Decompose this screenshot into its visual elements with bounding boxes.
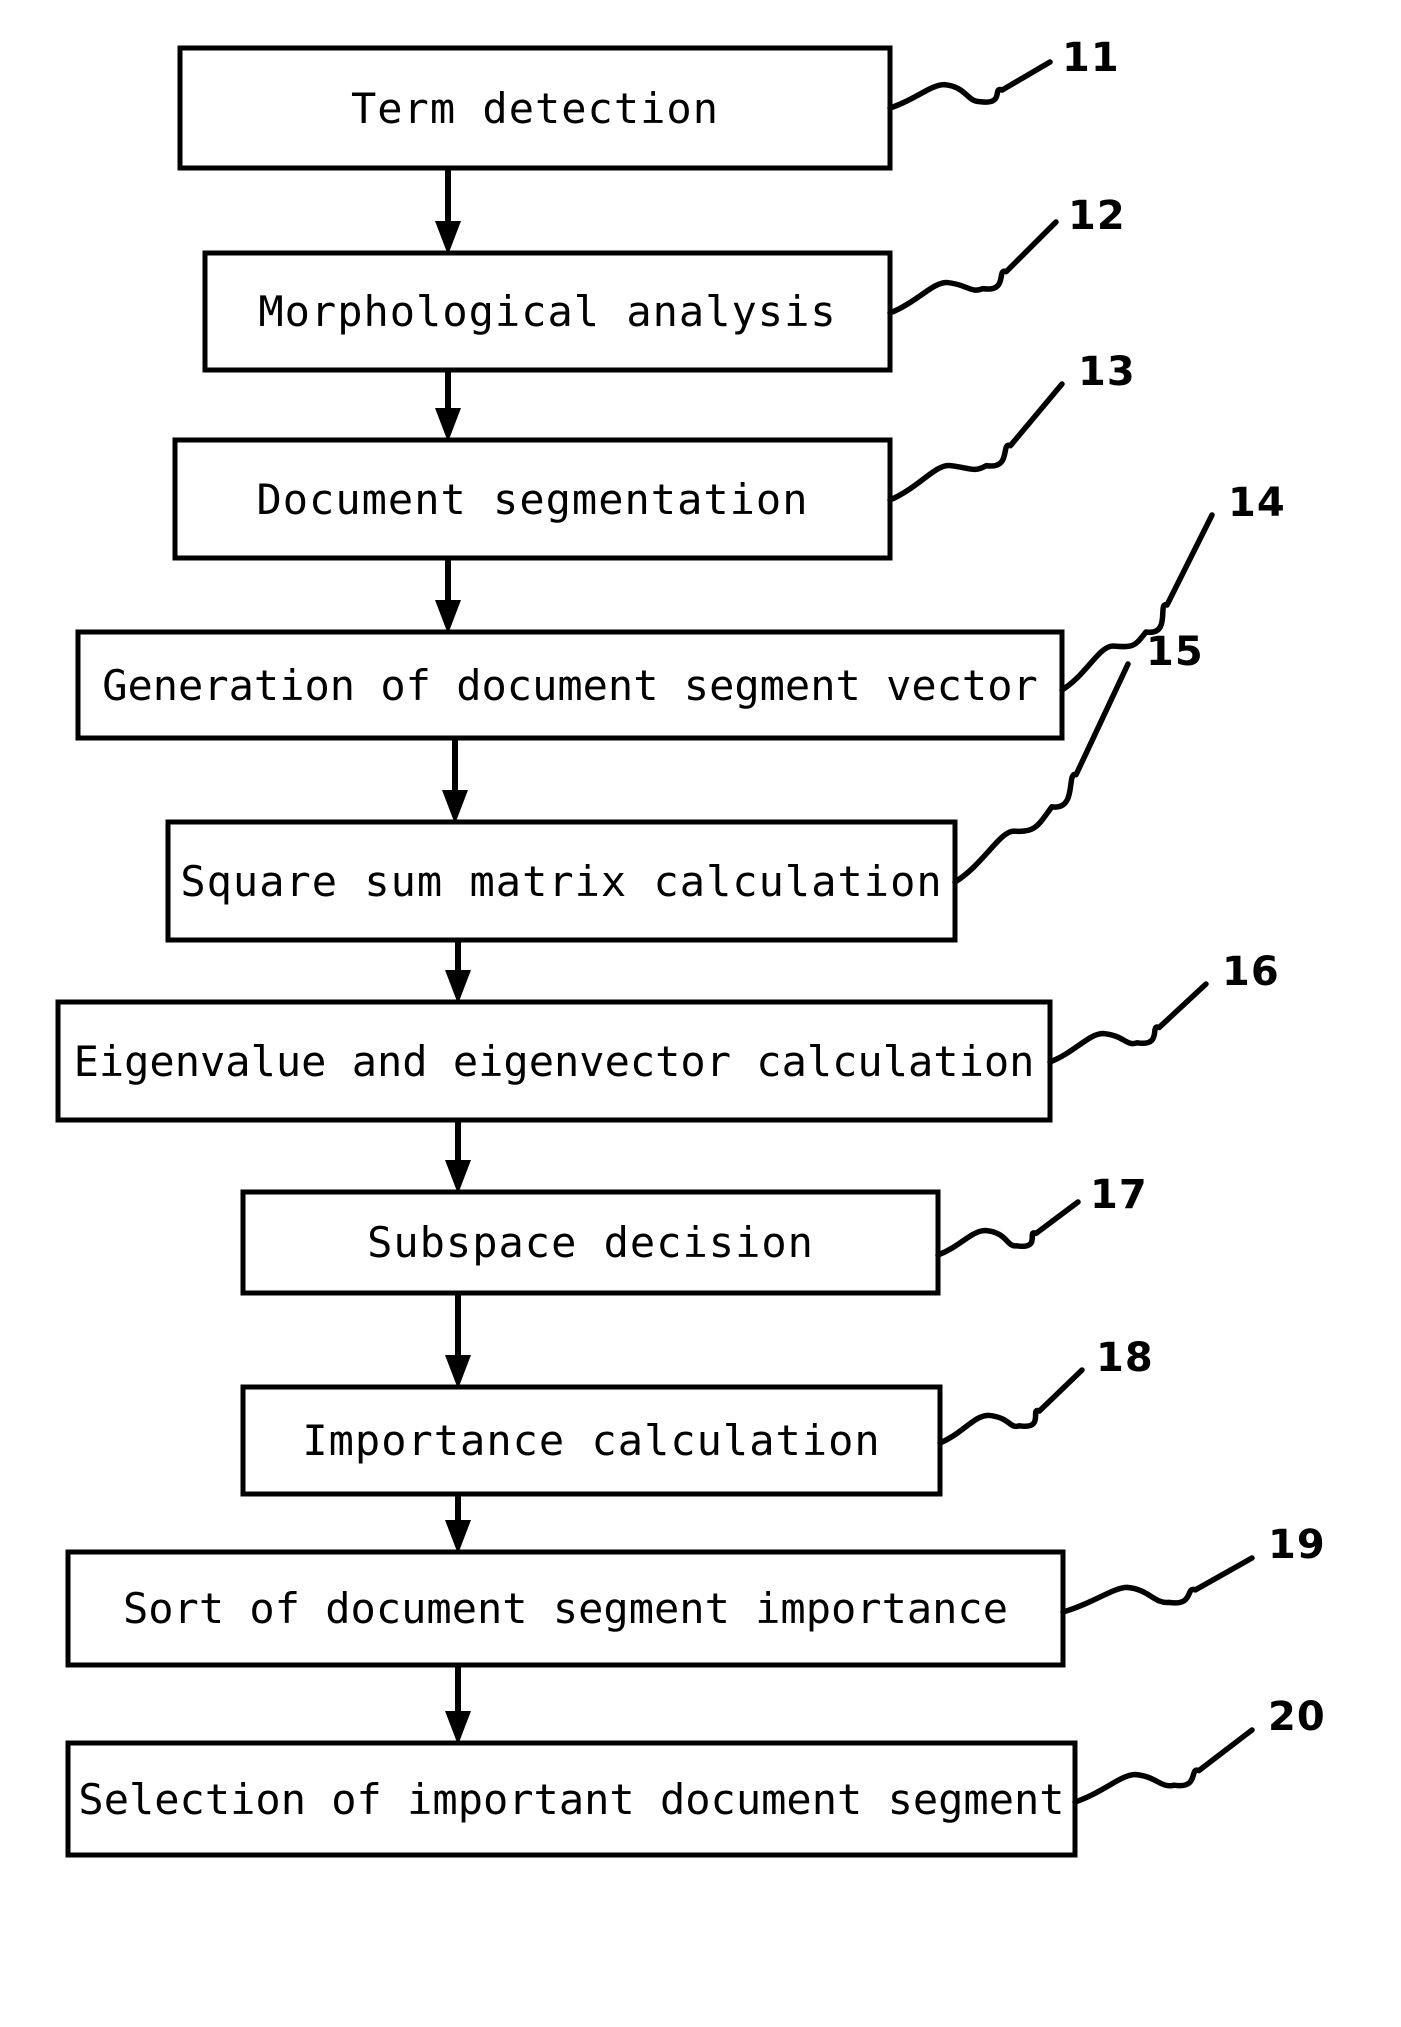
arrow-15-16-head (445, 970, 471, 1004)
reference-numeral-11: 11 (1062, 35, 1120, 81)
process-box-label-14: Generation of document segment vector (102, 660, 1038, 710)
reference-numeral-15: 15 (1146, 629, 1204, 675)
arrow-12-13-head (435, 408, 461, 442)
reference-numeral-17: 17 (1090, 1172, 1148, 1218)
reference-leader-19 (1060, 1555, 1255, 1615)
process-box-label-17: Subspace decision (367, 1218, 814, 1267)
reference-numeral-18: 18 (1096, 1335, 1154, 1381)
process-box-label-20: Selection of important document segment (78, 1774, 1065, 1824)
arrow-13-14-head (435, 600, 461, 634)
process-box-label-18: Importance calculation (302, 1416, 881, 1465)
process-box-label-12: Morphological analysis (258, 287, 837, 336)
reference-leader-13 (887, 381, 1065, 503)
process-box-label-11: Term detection (350, 83, 719, 133)
arrow-16-17-head (445, 1160, 471, 1194)
reference-leader-17 (935, 1199, 1081, 1258)
reference-leader-11 (887, 59, 1053, 111)
reference-numeral-19: 19 (1268, 1522, 1326, 1568)
arrow-17-18-head (445, 1355, 471, 1389)
reference-leader-18 (937, 1367, 1085, 1446)
process-box-label-16: Eigenvalue and eigenvector calculation (73, 1036, 1035, 1086)
reference-leader-20 (1072, 1727, 1255, 1805)
reference-leader-12 (887, 219, 1059, 316)
arrow-14-15-head (442, 790, 468, 824)
arrow-18-19-head (445, 1520, 471, 1554)
arrow-11-12-head (435, 221, 461, 255)
reference-leader-16 (1047, 981, 1209, 1065)
process-box-label-19: Sort of document segment importance (122, 1584, 1008, 1633)
process-box-label-15: Square sum matrix calculation (180, 856, 943, 906)
reference-numeral-14: 14 (1228, 480, 1286, 526)
reference-numeral-16: 16 (1222, 949, 1280, 995)
flow-connectors-layer (435, 168, 471, 1745)
figure-canvas: Term detection Morphological analysis Docu… (0, 0, 1401, 2027)
reference-numeral-20: 20 (1268, 1694, 1326, 1740)
arrow-19-20-head (445, 1711, 471, 1745)
process-box-label-13: Document segmentation (256, 474, 809, 524)
reference-numeral-13: 13 (1078, 349, 1136, 395)
reference-numeral-12: 12 (1068, 193, 1126, 239)
